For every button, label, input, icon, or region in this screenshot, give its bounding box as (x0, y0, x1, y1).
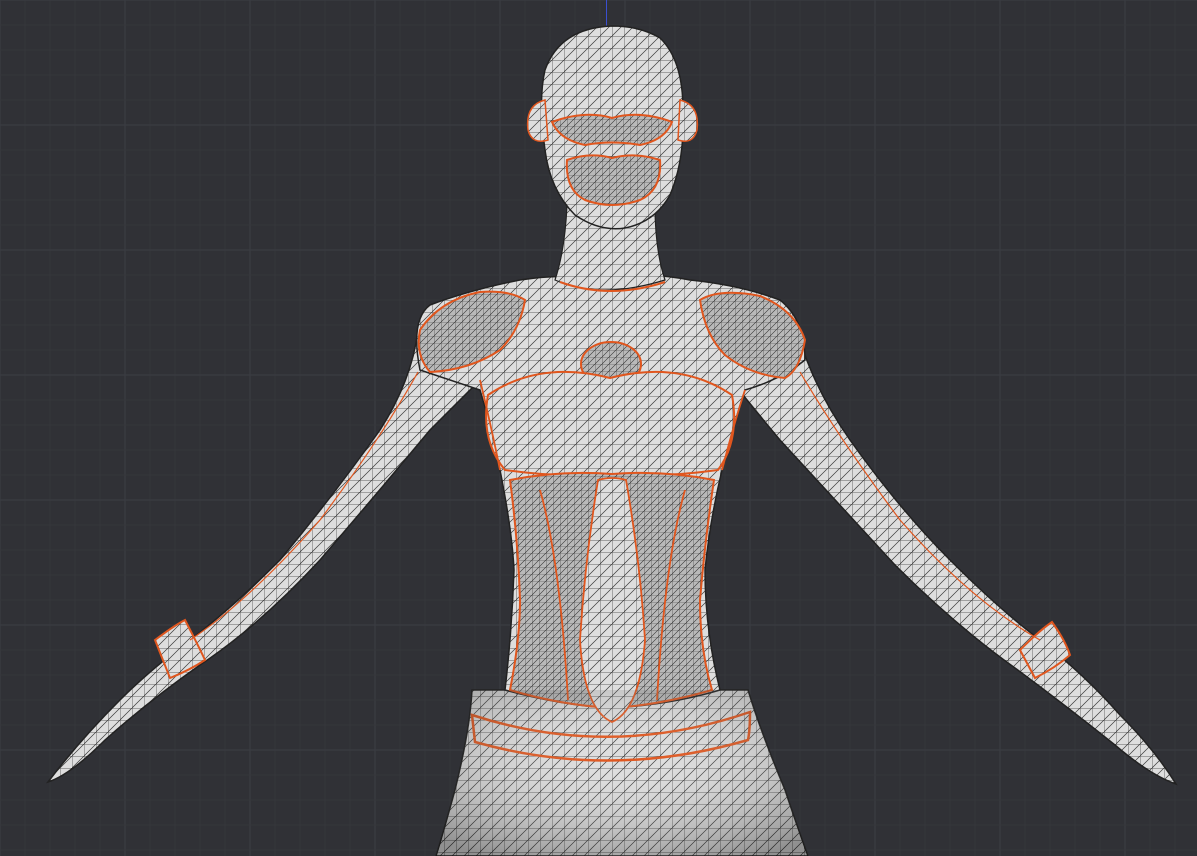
left-arm-seam (189, 371, 419, 641)
chest-plate (485, 370, 736, 477)
right-ear (677, 99, 699, 142)
left-ear (526, 99, 549, 142)
3d-viewport[interactable] (0, 0, 1197, 856)
right-arm-seam (799, 371, 1041, 641)
mesh-shading (436, 690, 808, 856)
eye-visor (550, 113, 674, 147)
character-mesh[interactable] (0, 0, 1197, 856)
face-mask (565, 154, 662, 206)
left-arm-mesh (45, 328, 482, 784)
right-arm-mesh (733, 338, 1178, 786)
